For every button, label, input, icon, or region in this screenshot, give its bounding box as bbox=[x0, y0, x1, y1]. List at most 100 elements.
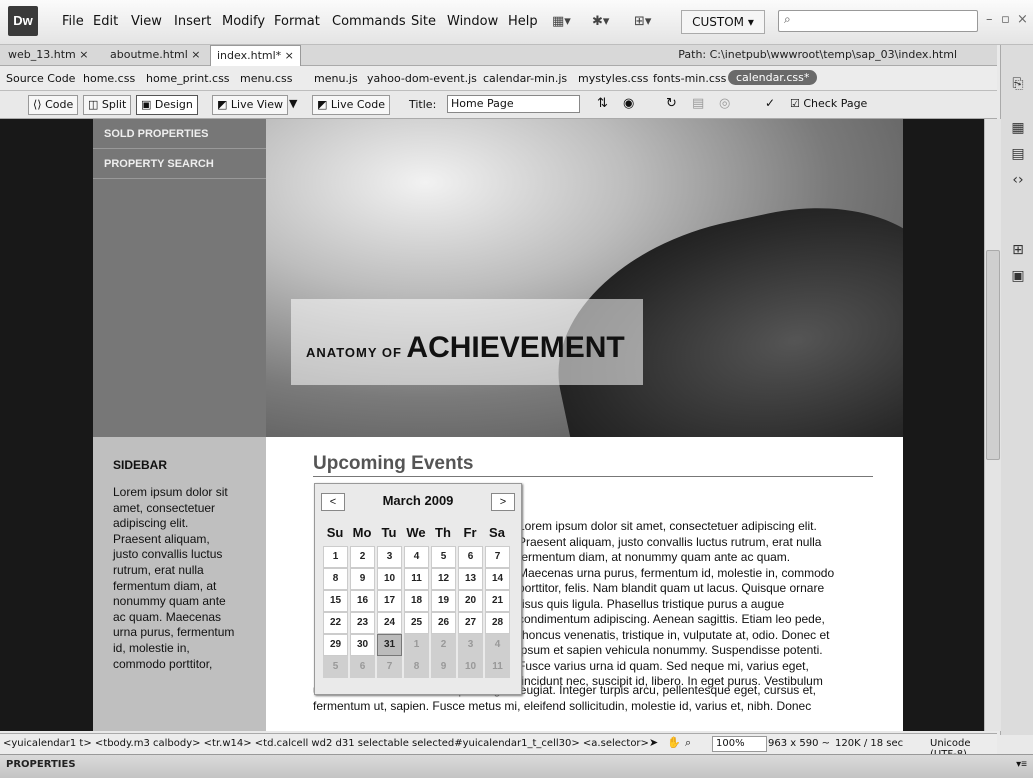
nav-property-search[interactable]: PROPERTY SEARCH bbox=[93, 149, 266, 179]
menu-site[interactable]: Site bbox=[411, 14, 436, 29]
workspace-switcher[interactable]: CUSTOM ▾ bbox=[681, 10, 765, 34]
calendar-day[interactable]: 16 bbox=[350, 590, 375, 612]
related-file[interactable]: menu.css bbox=[240, 72, 292, 85]
calendar-day[interactable]: 22 bbox=[323, 612, 348, 634]
calendar-day[interactable]: 23 bbox=[350, 612, 375, 634]
menu-format[interactable]: Format bbox=[274, 14, 320, 29]
visual-aids-icon[interactable]: ◎ bbox=[719, 96, 730, 111]
related-source-code[interactable]: Source Code bbox=[6, 72, 75, 85]
calendar-day[interactable]: 20 bbox=[458, 590, 483, 612]
calendar-day[interactable]: 24 bbox=[377, 612, 402, 634]
calendar-next-button[interactable]: > bbox=[491, 493, 515, 511]
related-file[interactable]: calendar-min.js bbox=[483, 72, 567, 85]
related-file[interactable]: home.css bbox=[83, 72, 135, 85]
zoom-select[interactable]: 100% bbox=[712, 736, 767, 752]
site-icon[interactable]: ⊞▾ bbox=[634, 14, 651, 29]
insert-panel-icon[interactable]: ⎘ bbox=[1009, 75, 1027, 93]
calendar-day[interactable]: 10 bbox=[377, 568, 402, 590]
calendar-day[interactable]: 28 bbox=[485, 612, 510, 634]
live-view-button[interactable]: ◩ Live View bbox=[212, 95, 288, 115]
restore-icon[interactable]: ▫ bbox=[1001, 12, 1010, 27]
minimize-icon[interactable]: – bbox=[986, 12, 993, 27]
related-file[interactable]: yahoo-dom-event.js bbox=[367, 72, 477, 85]
calendar-day[interactable]: 26 bbox=[431, 612, 456, 634]
calendar-day[interactable]: 19 bbox=[431, 590, 456, 612]
properties-label[interactable]: PROPERTIES bbox=[6, 759, 76, 770]
live-view-dropdown-icon[interactable]: ▼ bbox=[289, 97, 297, 110]
calendar-day[interactable]: 13 bbox=[458, 568, 483, 590]
help-search-input[interactable]: ⌕ bbox=[778, 10, 978, 32]
calendar-day[interactable]: 12 bbox=[431, 568, 456, 590]
menu-modify[interactable]: Modify bbox=[222, 14, 265, 29]
menu-file[interactable]: File bbox=[62, 14, 84, 29]
preview-browser-icon[interactable]: ◉ bbox=[623, 96, 634, 111]
zoom-tool-icon[interactable]: ⌕ bbox=[685, 736, 691, 750]
code-label: Code bbox=[45, 98, 74, 111]
tab-aboutme[interactable]: aboutme.html × bbox=[104, 45, 207, 65]
scrollbar-thumb[interactable] bbox=[986, 250, 1000, 460]
menu-view[interactable]: View bbox=[131, 14, 162, 29]
related-file[interactable]: fonts-min.css bbox=[653, 72, 726, 85]
split-view-button[interactable]: ◫ Split bbox=[83, 95, 132, 115]
select-tool-icon[interactable]: ➤ bbox=[649, 736, 658, 749]
calendar-day[interactable]: 30 bbox=[350, 634, 375, 656]
menu-insert[interactable]: Insert bbox=[174, 14, 211, 29]
calendar-day[interactable]: 27 bbox=[458, 612, 483, 634]
css-styles-icon[interactable]: ▦ bbox=[1009, 119, 1027, 137]
calendar-day[interactable]: 6 bbox=[458, 546, 483, 568]
tab-index[interactable]: index.html* × bbox=[210, 45, 301, 66]
status-bar: <yuicalendar1 t> <tbody.m3 calbody> <tr.… bbox=[0, 733, 997, 760]
calendar-day[interactable]: 9 bbox=[350, 568, 375, 590]
calendar-day[interactable]: 17 bbox=[377, 590, 402, 612]
live-code-button[interactable]: ◩ Live Code bbox=[312, 95, 391, 115]
calendar-day[interactable]: 29 bbox=[323, 634, 348, 656]
page-title-input[interactable]: Home Page bbox=[447, 95, 580, 113]
layout-icon[interactable]: ▦▾ bbox=[552, 14, 571, 29]
close-icon[interactable]: × bbox=[1017, 12, 1028, 27]
panel-dock: ⎘ ▦ ▤ ‹› ⊞ ▣ bbox=[1000, 45, 1033, 735]
calendar-day[interactable]: 7 bbox=[485, 546, 510, 568]
menu-edit[interactable]: Edit bbox=[93, 14, 118, 29]
calendar-day[interactable]: 25 bbox=[404, 612, 429, 634]
extend-icon[interactable]: ✱▾ bbox=[592, 14, 609, 29]
calendar-day[interactable]: 15 bbox=[323, 590, 348, 612]
code-view-button[interactable]: ⟨⟩ Code bbox=[28, 95, 79, 115]
check-page-button[interactable]: ☑ Check Page bbox=[786, 95, 871, 113]
calendar-prev-button[interactable]: < bbox=[321, 493, 345, 511]
window-size[interactable]: 963 x 590 ~ bbox=[768, 738, 830, 749]
calendar-day[interactable]: 21 bbox=[485, 590, 510, 612]
calendar-day[interactable]: 1 bbox=[323, 546, 348, 568]
tab-web13[interactable]: web_13.htm × bbox=[2, 45, 94, 65]
calendar-day[interactable]: 14 bbox=[485, 568, 510, 590]
files-icon[interactable]: ⊞ bbox=[1009, 241, 1027, 259]
ap-elements-icon[interactable]: ▤ bbox=[1009, 145, 1027, 163]
related-file[interactable]: home_print.css bbox=[146, 72, 230, 85]
calendar-day[interactable]: 18 bbox=[404, 590, 429, 612]
file-management-icon[interactable]: ⇅ bbox=[597, 96, 608, 111]
calendar-day[interactable]: 4 bbox=[404, 546, 429, 568]
hand-tool-icon[interactable]: ✋ bbox=[667, 736, 681, 749]
tag-inspector-icon[interactable]: ‹› bbox=[1009, 171, 1027, 189]
menu-help[interactable]: Help bbox=[508, 14, 538, 29]
menu-commands[interactable]: Commands bbox=[332, 14, 406, 29]
calendar-day[interactable]: 3 bbox=[377, 546, 402, 568]
related-file[interactable]: menu.js bbox=[314, 72, 358, 85]
design-view-button[interactable]: ▣ Design bbox=[136, 95, 198, 115]
calendar-day[interactable]: 11 bbox=[404, 568, 429, 590]
calendar-day: 8 bbox=[404, 656, 429, 678]
related-file[interactable]: mystyles.css bbox=[578, 72, 648, 85]
design-icon: ▣ bbox=[141, 98, 155, 111]
menu-window[interactable]: Window bbox=[447, 14, 498, 29]
nav-sold-properties[interactable]: SOLD PROPERTIES bbox=[93, 119, 266, 149]
calendar-day[interactable]: 8 bbox=[323, 568, 348, 590]
tag-selector[interactable]: <yuicalendar1 t> <tbody.m3 calbody> <tr.… bbox=[3, 738, 649, 749]
calendar-day[interactable]: 5 bbox=[431, 546, 456, 568]
calendar-day[interactable]: 2 bbox=[350, 546, 375, 568]
assets-icon[interactable]: ▣ bbox=[1009, 267, 1027, 285]
panel-menu-icon[interactable]: ▾≡ bbox=[1016, 759, 1027, 770]
view-options-icon[interactable]: ▤ bbox=[692, 96, 704, 111]
refresh-icon[interactable]: ↻ bbox=[666, 96, 677, 111]
calendar-day-selected[interactable]: 31 bbox=[377, 634, 402, 656]
validate-icon[interactable]: ✓ bbox=[765, 96, 775, 110]
related-file-active[interactable]: calendar.css* bbox=[728, 70, 818, 85]
